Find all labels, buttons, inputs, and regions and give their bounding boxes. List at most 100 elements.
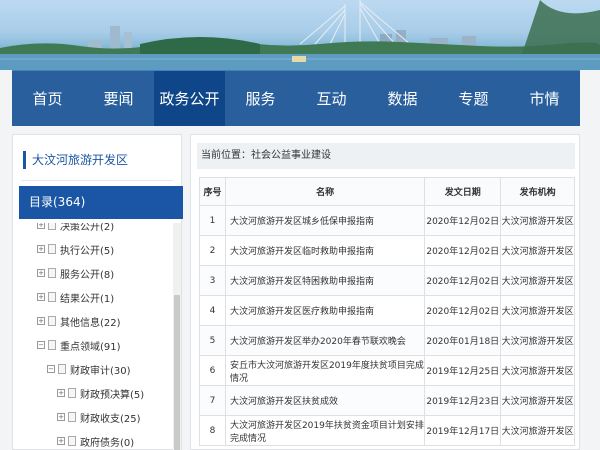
nav-interaction[interactable]: 互动 — [296, 71, 367, 126]
sidebar: 大汶河旅游开发区 目录(364) + 决策公开(2) + 执行公开(5) + 服务公开(8… — [12, 134, 183, 450]
col-header-date: 发文日期 — [424, 177, 502, 206]
nav-gov-affairs[interactable]: 政务公开 — [154, 71, 225, 126]
table-row: 8 大汶河旅游开发区2019年扶贫资金项目计划安排完成情况 2019年12月17日大… — [199, 415, 575, 446]
nav-services[interactable]: 服务 — [225, 71, 296, 126]
tree-item[interactable]: + 其他信息(22) — [37, 313, 121, 329]
tree-item[interactable]: − 重点领域(91) — [37, 337, 121, 353]
table-row: 6 安丘市大汶河旅游开发区2019年度扶贫项目完成情况 2019年12月25日 大汶河… — [199, 355, 575, 386]
expand-icon[interactable]: + — [57, 413, 65, 421]
collapse-icon[interactable]: − — [37, 341, 45, 349]
tree-item[interactable]: + 政府债务(0) — [57, 433, 134, 449]
table-row: 7 大汶河旅游开发区扶贫成效 2019年12月23日 大汶河旅游开发区 — [199, 385, 575, 416]
expand-icon[interactable]: + — [37, 317, 45, 325]
tree-item-label[interactable]: 重点领域(91) — [60, 338, 121, 353]
row-title-link[interactable]: 安丘市大汶河旅游开发区2019年度扶贫项目完成情况 — [224, 355, 426, 386]
table-row: 3 大汶河旅游开发区特困救助申报指南 2020年12月02日 大汶河旅游开发区 — [199, 265, 575, 296]
row-title-link[interactable]: 大汶河旅游开发区临时救助申报指南 — [224, 235, 426, 266]
document-table: 序号 名称 发文日期 发布机构 1 大汶河旅游开发区城乡低保申报指南 2020年12… — [199, 177, 575, 446]
row-date: 2020年12月02日 — [424, 205, 502, 236]
row-date: 2020年12月02日 — [424, 235, 502, 266]
row-index: 1 — [199, 205, 226, 236]
row-date: 2020年12月02日 — [424, 295, 502, 326]
row-index: 8 — [199, 415, 226, 446]
nav-news[interactable]: 要闻 — [83, 71, 154, 126]
table-row: 1 大汶河旅游开发区城乡低保申报指南 2020年12月02日 大汶河旅游开发区 — [199, 205, 575, 236]
row-date: 2019年12月23日 — [424, 385, 502, 416]
col-header-index: 序号 — [199, 177, 226, 206]
col-header-name: 名称 — [224, 177, 426, 206]
row-index: 6 — [199, 355, 226, 386]
main-content: 当前位置：社会公益事业建设 序号 名称 发文日期 发布机构 1 大汶河旅游开发区城… — [190, 134, 580, 450]
expand-icon[interactable]: + — [37, 245, 45, 253]
document-icon — [68, 436, 76, 446]
divider — [21, 180, 173, 181]
expand-icon[interactable]: + — [37, 293, 45, 301]
main-nav: 首页 要闻 政务公开 服务 互动 数据 专题 市情 — [12, 70, 580, 126]
row-title-link[interactable]: 大汶河旅游开发区2019年扶贫资金项目计划安排完成情况 — [224, 415, 426, 446]
row-index: 3 — [199, 265, 226, 296]
row-title-link[interactable]: 大汶河旅游开发区特困救助申报指南 — [224, 265, 426, 296]
col-header-publisher: 发布机构 — [500, 177, 575, 206]
expand-icon[interactable]: + — [37, 223, 45, 229]
nav-data[interactable]: 数据 — [367, 71, 438, 126]
nav-home[interactable]: 首页 — [12, 71, 83, 126]
tree-item-label[interactable]: 决策公开(2) — [60, 223, 114, 233]
row-title-link[interactable]: 大汶河旅游开发区医疗救助申报指南 — [224, 295, 426, 326]
table-row: 4 大汶河旅游开发区医疗救助申报指南 2020年12月02日 大汶河旅游开发区 — [199, 295, 575, 326]
tree-item[interactable]: + 服务公开(8) — [37, 265, 114, 281]
expand-icon[interactable]: + — [57, 437, 65, 445]
table-row: 5 大汶河旅游开发区举办2020年春节联欢晚会 2020年01月18日 大汶河旅游开发… — [199, 325, 575, 356]
sidebar-title: 大汶河旅游开发区 — [23, 151, 128, 169]
row-publisher: 大汶河旅游开发区 — [500, 205, 575, 236]
tree-item-label[interactable]: 服务公开(8) — [60, 266, 114, 281]
tree-item[interactable]: − 财政审计(30) — [47, 361, 131, 377]
banner-landscape-image — [0, 0, 600, 70]
tree-item-label[interactable]: 财政收支(25) — [80, 410, 141, 425]
row-title-link[interactable]: 大汶河旅游开发区扶贫成效 — [224, 385, 426, 416]
row-publisher: 大汶河旅游开发区 — [500, 355, 575, 386]
tree-item-label[interactable]: 执行公开(5) — [60, 242, 114, 257]
nav-city-info[interactable]: 市情 — [509, 71, 580, 126]
row-publisher: 大汶河旅游开发区 — [500, 415, 575, 446]
tree-item[interactable]: + 决策公开(2) — [37, 223, 114, 233]
row-title-link[interactable]: 大汶河旅游开发区举办2020年春节联欢晚会 — [224, 325, 426, 356]
nav-topics[interactable]: 专题 — [438, 71, 509, 126]
document-icon — [48, 316, 56, 326]
document-icon — [68, 412, 76, 422]
row-index: 2 — [199, 235, 226, 266]
catalog-button[interactable]: 目录(364) — [19, 186, 183, 219]
table-row: 2 大汶河旅游开发区临时救助申报指南 2020年12月02日 大汶河旅游开发区 — [199, 235, 575, 266]
tree-item[interactable]: + 执行公开(5) — [37, 241, 114, 257]
scrollbar-thumb[interactable] — [174, 295, 180, 450]
category-tree: + 决策公开(2) + 执行公开(5) + 服务公开(8) + 结果公开(1) + 其他信息(22… — [19, 223, 171, 450]
document-icon — [68, 388, 76, 398]
row-title-link[interactable]: 大汶河旅游开发区城乡低保申报指南 — [224, 205, 426, 236]
document-icon — [48, 292, 56, 302]
row-date: 2020年01月18日 — [424, 325, 502, 356]
document-icon — [58, 364, 66, 374]
tree-item-label[interactable]: 其他信息(22) — [60, 314, 121, 329]
tree-item[interactable]: + 财政收支(25) — [57, 409, 141, 425]
row-date: 2019年12月25日 — [424, 355, 502, 386]
tree-item[interactable]: + 财政预决算(5) — [57, 385, 144, 401]
row-publisher: 大汶河旅游开发区 — [500, 385, 575, 416]
expand-icon[interactable]: + — [37, 269, 45, 277]
tree-item[interactable]: + 结果公开(1) — [37, 289, 114, 305]
row-publisher: 大汶河旅游开发区 — [500, 265, 575, 296]
row-index: 5 — [199, 325, 226, 356]
document-icon — [48, 268, 56, 278]
tree-item-label[interactable]: 财政预决算(5) — [80, 386, 144, 401]
document-icon — [48, 340, 56, 350]
row-index: 4 — [199, 295, 226, 326]
row-publisher: 大汶河旅游开发区 — [500, 235, 575, 266]
tree-item-label[interactable]: 结果公开(1) — [60, 290, 114, 305]
tree-item-label[interactable]: 政府债务(0) — [80, 434, 134, 449]
row-index: 7 — [199, 385, 226, 416]
row-publisher: 大汶河旅游开发区 — [500, 325, 575, 356]
collapse-icon[interactable]: − — [47, 365, 55, 373]
row-date: 2020年12月02日 — [424, 265, 502, 296]
row-date: 2019年12月17日 — [424, 415, 502, 446]
expand-icon[interactable]: + — [57, 389, 65, 397]
tree-item-label[interactable]: 财政审计(30) — [70, 362, 131, 377]
banner — [0, 0, 600, 70]
